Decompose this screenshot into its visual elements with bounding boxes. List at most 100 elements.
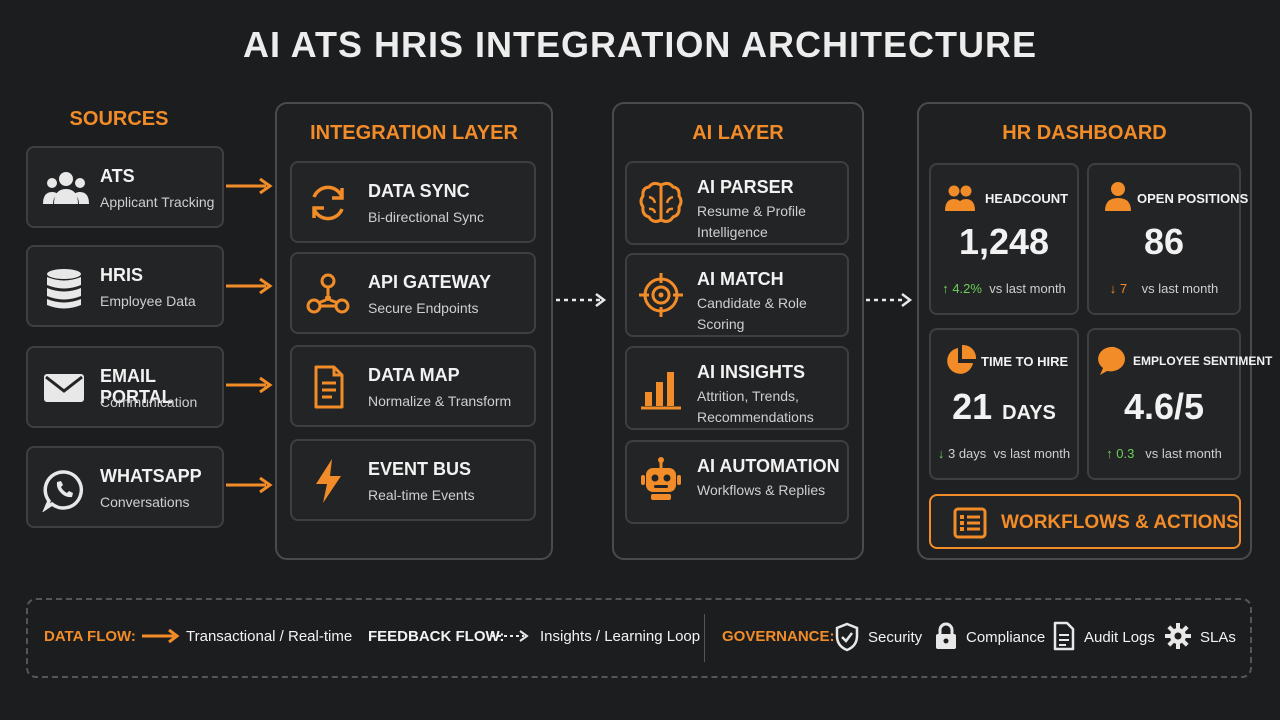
source-desc: Communication: [100, 394, 198, 410]
gear-icon: [1164, 622, 1192, 650]
source-desc: Conversations: [100, 494, 190, 510]
sources-title: SOURCES: [69, 108, 169, 130]
integration-desc: Real-time Events: [368, 487, 475, 503]
source-name: ATS: [100, 166, 135, 186]
source-name: WHATSAPP: [100, 466, 202, 486]
kpi-value: 21 DAYS: [931, 386, 1077, 428]
kpi-unit: DAYS: [1002, 402, 1056, 424]
source-name: HRIS: [100, 265, 144, 285]
lock-icon: [934, 621, 958, 651]
ai-desc: Attrition, Trends, Recommendations: [697, 388, 814, 425]
network-icon: [304, 270, 352, 318]
workflows-label: WORKFLOWS & ACTIONS: [1001, 512, 1239, 533]
database-icon: [42, 267, 86, 309]
integration-desc: Bi-directional Sync: [368, 209, 484, 225]
ai-desc: Workflows & Replies: [697, 482, 826, 498]
integration-name: EVENT BUS: [368, 459, 472, 479]
arrow-up-icon: ↑: [942, 281, 949, 296]
integration-name: DATA SYNC: [368, 181, 470, 201]
target-icon: [637, 271, 685, 319]
robot-icon: [637, 456, 685, 504]
person-icon: [1101, 179, 1135, 213]
workflows-actions-button[interactable]: WORKFLOWS & ACTIONS: [929, 494, 1241, 549]
arrow-down-icon: ↓: [1109, 281, 1117, 296]
source-card-ats[interactable]: ATS Applicant Tracking: [26, 146, 224, 228]
data-flow-arrow: [226, 376, 273, 394]
document-icon: [1052, 621, 1076, 651]
chat-icon: [1097, 344, 1131, 378]
people-icon: [943, 181, 977, 215]
ai-desc: Resume & Profile Intelligence: [697, 203, 806, 240]
kpi-label: HEADCOUNT: [985, 191, 1069, 206]
source-card-hris[interactable]: HRIS Employee Data: [26, 245, 224, 327]
ai-card-insights[interactable]: AI INSIGHTS Attrition, Trends, Recommend…: [625, 346, 849, 430]
kpi-delta: 4.2%: [952, 281, 982, 296]
ai-desc: Candidate & Role Scoring: [697, 295, 807, 332]
lightning-icon: [304, 457, 352, 505]
source-desc: Employee Data: [100, 293, 196, 309]
brain-icon: [637, 179, 685, 227]
ai-layer-title: AI LAYER: [692, 122, 784, 144]
ai-name: AI MATCH: [697, 269, 784, 289]
kpi-change: ↓ 3 days vs last month: [931, 446, 1077, 461]
arrow-up-icon: ↑: [1106, 446, 1113, 461]
kpi-delta-suffix: vs last month: [1141, 281, 1219, 296]
kpi-card-employee-sentiment[interactable]: EMPLOYEE SENTIMENT 4.6/5 ↑ 0.3 vs last m…: [1087, 328, 1272, 480]
kpi-delta-suffix: vs last month: [993, 446, 1071, 461]
governance-item-compliance: Compliance: [966, 629, 1046, 646]
legend-feedback-desc: Insights / Learning Loop: [540, 628, 701, 645]
integration-layer-title: INTEGRATION LAYER: [310, 122, 518, 144]
kpi-delta: 3 days: [947, 446, 987, 461]
legend-governance-label: GOVERNANCE:: [722, 628, 835, 645]
kpi-label: EMPLOYEE SENTIMENT: [1133, 354, 1273, 368]
governance-item-slas: SLAs: [1200, 629, 1236, 646]
list-icon: [953, 507, 987, 539]
kpi-delta-suffix: vs last month: [1145, 446, 1222, 461]
integration-card-data-map[interactable]: DATA MAP Normalize & Transform: [290, 345, 536, 427]
data-flow-arrow: [226, 476, 273, 494]
legend-dashed-arrow: [492, 630, 529, 642]
legend-data-flow-label: DATA FLOW:: [44, 628, 136, 645]
arrow-down-icon: ↓: [937, 446, 945, 461]
bar-chart-icon: [637, 364, 685, 412]
shield-icon: [834, 622, 860, 652]
kpi-label: OPEN POSITIONS: [1137, 191, 1249, 206]
ai-card-automation[interactable]: AI AUTOMATION Workflows & Replies: [625, 440, 849, 524]
legend-divider: [704, 614, 705, 662]
document-icon: [304, 363, 352, 411]
kpi-change: ↓ 7 vs last month: [1089, 281, 1239, 296]
integration-name: DATA MAP: [368, 365, 460, 385]
kpi-value: 1,248: [958, 221, 1050, 262]
integration-card-api-gateway[interactable]: API GATEWAY Secure Endpoints: [290, 252, 536, 334]
source-card-whatsapp[interactable]: WHATSAPP Conversations: [26, 446, 224, 528]
source-desc: Applicant Tracking: [100, 194, 215, 210]
kpi-value-number: 21: [952, 386, 993, 427]
integration-name: API GATEWAY: [368, 272, 492, 292]
kpi-card-time-to-hire[interactable]: TIME TO HIRE 21 DAYS ↓ 3 days vs last mo…: [929, 328, 1079, 480]
kpi-card-headcount[interactable]: HEADCOUNT 1,248 ↑ 4.2% vs last month: [929, 163, 1079, 315]
ai-card-match[interactable]: AI MATCH Candidate & Role Scoring: [625, 253, 849, 337]
integration-card-data-sync[interactable]: DATA SYNC Bi-directional Sync: [290, 161, 536, 243]
ai-card-parser[interactable]: AI PARSER Resume & Profile Intelligence: [625, 161, 849, 245]
feedback-flow-arrow: [866, 293, 913, 307]
page-title: AI ATS HRIS INTEGRATION ARCHITECTURE: [243, 24, 1037, 65]
whatsapp-icon: [42, 468, 86, 512]
legend-data-flow-desc: Transactional / Real-time: [186, 628, 353, 645]
source-card-email[interactable]: EMAIL PORTAL Communication: [26, 346, 224, 428]
governance-item-audit-logs: Audit Logs: [1084, 629, 1155, 646]
kpi-delta-suffix: vs last month: [989, 281, 1066, 296]
integration-card-event-bus[interactable]: EVENT BUS Real-time Events: [290, 439, 536, 521]
users-icon: [42, 168, 89, 208]
legend-feedback-label: FEEDBACK FLOW:: [368, 628, 505, 645]
kpi-change: ↑ 4.2% vs last month: [931, 281, 1077, 296]
ai-name: AI PARSER: [697, 177, 794, 197]
pie-icon: [943, 344, 977, 378]
sync-icon: [304, 179, 352, 227]
kpi-delta: 0.3: [1116, 446, 1135, 461]
kpi-card-open-positions[interactable]: OPEN POSITIONS 86 ↓ 7 vs last month: [1087, 163, 1248, 315]
governance-item-security: Security: [868, 629, 923, 646]
data-flow-arrow: [226, 177, 273, 195]
kpi-label: TIME TO HIRE: [981, 354, 1069, 369]
legend-solid-arrow: [142, 628, 180, 644]
kpi-value: 4.6/5: [1123, 386, 1205, 427]
